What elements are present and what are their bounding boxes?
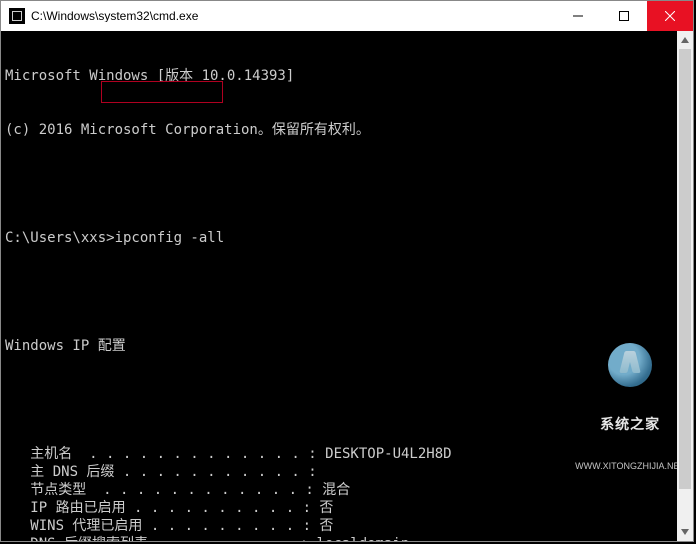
terminal[interactable]: Microsoft Windows [版本 10.0.14393] (c) 20… xyxy=(1,31,693,541)
titlebar[interactable]: C:\Windows\system32\cmd.exe xyxy=(1,1,693,31)
scroll-down-button[interactable] xyxy=(677,523,693,541)
scrollbar-track[interactable] xyxy=(677,49,693,523)
window-title: C:\Windows\system32\cmd.exe xyxy=(31,10,555,22)
close-button[interactable] xyxy=(647,1,693,31)
config-row: 节点类型 . . . . . . . . . . . . : 混合 xyxy=(1,481,693,499)
prompt-command: ipconfig -all xyxy=(115,230,225,246)
config-row: IP 路由已启用 . . . . . . . . . . : 否 xyxy=(1,499,693,517)
banner-line: Microsoft Windows [版本 10.0.14393] xyxy=(1,67,693,85)
config-row: 主 DNS 后缀 . . . . . . . . . . . : xyxy=(1,463,693,481)
blank-line xyxy=(1,391,693,409)
maximize-button[interactable] xyxy=(601,1,647,31)
scroll-up-button[interactable] xyxy=(677,31,693,49)
watermark-text: 系统之家 xyxy=(575,417,685,431)
config-row: WINS 代理已启用 . . . . . . . . . : 否 xyxy=(1,517,693,535)
scrollbar-thumb[interactable] xyxy=(679,49,691,489)
blank-line xyxy=(1,175,693,193)
banner-line: (c) 2016 Microsoft Corporation。保留所有权利。 xyxy=(1,121,693,139)
blank-line xyxy=(1,283,693,301)
config-row: 主机名 . . . . . . . . . . . . . : DESKTOP-… xyxy=(1,445,693,463)
prompt-prefix: C:\Users\xxs> xyxy=(5,230,115,246)
section-header: Windows IP 配置 xyxy=(1,337,693,355)
cmd-icon xyxy=(9,8,25,24)
vertical-scrollbar[interactable] xyxy=(677,31,693,541)
minimize-button[interactable] xyxy=(555,1,601,31)
prompt-line: C:\Users\xxs>ipconfig -all xyxy=(1,229,693,247)
config-row: DNS 后缀搜索列表 . . . . . . . . : localdomain xyxy=(1,535,693,541)
